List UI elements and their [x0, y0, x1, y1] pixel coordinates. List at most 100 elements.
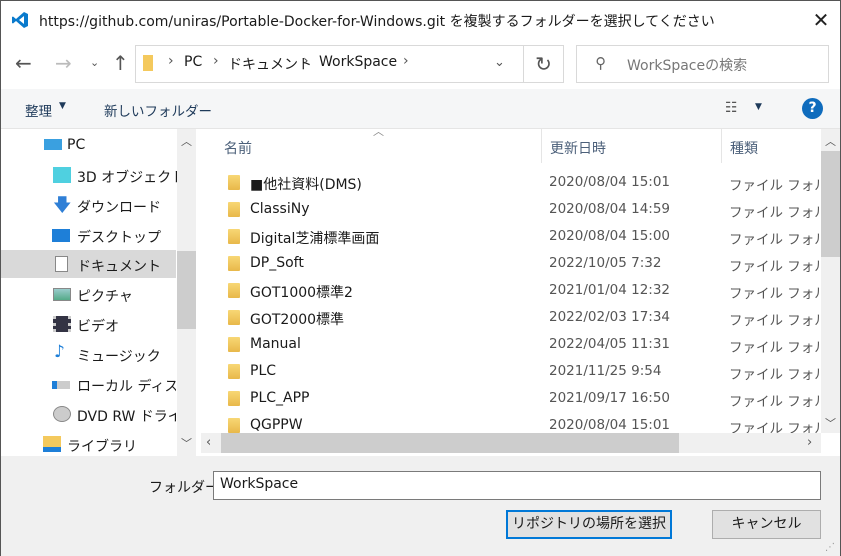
nav-item-libraries[interactable]: ライブラリ — [1, 430, 176, 458]
chevron-up-icon[interactable]: ︿ — [825, 133, 836, 149]
video-icon — [53, 316, 71, 332]
file-date: 2022/02/03 17:34 — [549, 309, 671, 325]
chevron-down-icon[interactable]: ﹀ — [181, 435, 192, 451]
local-disk-icon — [52, 381, 70, 389]
file-type: ファイル フォルダー — [729, 367, 821, 383]
file-row[interactable]: PLC 2021/11/25 9:54 ファイル フォルダー — [201, 358, 821, 385]
nav-item-3d-objects[interactable]: 3D オブジェクト — [1, 161, 185, 189]
chevron-right-icon: › — [303, 53, 309, 69]
view-options-icon[interactable]: ☷ — [725, 100, 738, 116]
search-input[interactable]: WorkSpaceの検索 — [627, 55, 747, 75]
download-icon: 🡇 — [53, 195, 72, 216]
folder-icon — [228, 175, 240, 190]
file-list-horizontal-scrollbar[interactable]: ‹ › — [201, 433, 821, 453]
caret-down-icon[interactable]: ▼ — [755, 102, 762, 112]
organize-menu[interactable]: 整理 — [25, 100, 52, 120]
file-type: ファイル フォルダー — [729, 340, 821, 356]
file-row[interactable]: ■他社資料(DMS) 2020/08/04 15:01 ファイル フォルダー — [201, 169, 821, 196]
select-repository-location-button[interactable]: リポジトリの場所を選択 — [506, 510, 672, 539]
file-row[interactable]: GOT2000標準 2022/02/03 17:34 ファイル フォルダー — [201, 304, 821, 331]
chevron-left-icon[interactable]: ‹ — [206, 435, 211, 450]
nav-item-desktop[interactable]: デスクトップ — [1, 221, 176, 249]
recent-locations-button[interactable]: ⌄ — [90, 56, 99, 69]
column-date[interactable]: 更新日時 — [550, 138, 606, 158]
nav-item-pictures[interactable]: ピクチャ — [1, 280, 176, 308]
scrollbar-thumb[interactable] — [177, 251, 196, 329]
file-date: 2021/01/04 12:32 — [549, 282, 671, 298]
file-name: DP_Soft — [250, 255, 304, 271]
new-folder-button[interactable]: 新しいフォルダー — [104, 100, 212, 120]
column-divider[interactable] — [721, 129, 722, 163]
file-date: 2020/08/04 15:01 — [549, 174, 671, 190]
refresh-button[interactable]: ↻ — [523, 45, 564, 83]
breadcrumb-pc[interactable]: PC — [184, 54, 202, 70]
file-date: 2020/08/04 15:00 — [549, 228, 671, 244]
documents-icon — [55, 256, 68, 272]
chevron-up-icon[interactable]: ︿ — [181, 133, 192, 149]
nav-item-dvd-drive[interactable]: DVD RW ドライブ — [1, 400, 176, 428]
column-type[interactable]: 種類 — [730, 138, 758, 158]
file-type: ファイル フォルダー — [729, 205, 821, 221]
chevron-right-icon: › — [168, 53, 174, 69]
desktop-icon — [52, 229, 70, 242]
pc-icon — [44, 139, 62, 150]
close-button[interactable]: ✕ — [807, 6, 835, 34]
resize-grip-icon[interactable]: ⋰ — [825, 542, 835, 553]
dvd-drive-icon — [53, 406, 71, 422]
folder-icon — [228, 202, 240, 217]
chevron-down-icon[interactable]: ﹀ — [825, 415, 836, 431]
nav-item-videos[interactable]: ビデオ — [1, 310, 176, 338]
file-type: ファイル フォルダー — [729, 232, 821, 248]
cancel-button[interactable]: キャンセル — [712, 510, 821, 539]
nav-item-pc[interactable]: PC — [1, 131, 176, 159]
folder-icon — [228, 364, 240, 379]
column-divider[interactable] — [541, 129, 542, 163]
nav-item-music[interactable]: ♪ ミュージック — [1, 340, 176, 368]
address-dropdown-button[interactable]: ⌄ — [494, 55, 505, 70]
back-button[interactable]: ← — [15, 51, 32, 75]
file-row[interactable]: PLC_APP 2021/09/17 16:50 ファイル フォルダー — [201, 385, 821, 412]
chevron-right-icon[interactable]: › — [807, 435, 812, 450]
navigation-pane: PC 3D オブジェクト 🡇 ダウンロード デスクトップ ドキュメント ピクチャ … — [1, 129, 196, 456]
file-date: 2022/10/05 7:32 — [549, 255, 662, 271]
file-name: Manual — [250, 336, 301, 352]
file-type: ファイル フォルダー — [729, 394, 821, 410]
file-row[interactable]: GOT1000標準2 2021/01/04 12:32 ファイル フォルダー — [201, 277, 821, 304]
breadcrumb-workspace[interactable]: WorkSpace — [319, 54, 397, 70]
chevron-right-icon: › — [213, 53, 219, 69]
file-row[interactable]: Manual 2022/04/05 11:31 ファイル フォルダー — [201, 331, 821, 358]
breadcrumb-documents[interactable]: ドキュメント — [228, 54, 312, 74]
file-list-vertical-scrollbar[interactable]: ︿ ﹀ — [821, 129, 840, 433]
file-date: 2021/09/17 16:50 — [549, 390, 671, 406]
folder-icon — [228, 229, 240, 244]
window-title: https://github.com/uniras/Portable-Docke… — [39, 14, 715, 30]
nav-item-local-disk[interactable]: ローカル ディスク ( — [1, 370, 176, 398]
sort-ascending-icon: ︿ — [373, 125, 384, 138]
file-name: Digital芝浦標準画面 — [250, 231, 380, 247]
column-name[interactable]: 名前 — [224, 138, 252, 158]
file-name: PLC_APP — [250, 390, 310, 406]
scrollbar-thumb[interactable] — [221, 433, 679, 453]
chevron-right-icon: › — [403, 53, 409, 69]
folder-icon — [228, 256, 240, 271]
caret-down-icon: ▼ — [59, 101, 66, 111]
file-type: ファイル フォルダー — [729, 178, 821, 194]
file-date: 2020/08/04 15:01 — [549, 417, 671, 433]
vscode-logo-icon — [11, 11, 29, 29]
file-name: ClassiNy — [250, 201, 310, 217]
file-type: ファイル フォルダー — [729, 313, 821, 329]
file-name: ■他社資料(DMS) — [250, 177, 362, 193]
scrollbar-thumb[interactable] — [821, 151, 840, 257]
file-row[interactable]: ClassiNy 2020/08/04 14:59 ファイル フォルダー — [201, 196, 821, 223]
help-button[interactable]: ? — [802, 98, 823, 119]
file-row[interactable]: Digital芝浦標準画面 2020/08/04 15:00 ファイル フォルダ… — [201, 223, 821, 250]
nav-item-documents[interactable]: ドキュメント — [1, 250, 176, 278]
nav-scrollbar[interactable]: ︿ ﹀ — [177, 129, 196, 456]
up-button[interactable]: ↑ — [112, 51, 129, 75]
forward-button[interactable]: → — [55, 51, 72, 75]
file-row[interactable]: DP_Soft 2022/10/05 7:32 ファイル フォルダー — [201, 250, 821, 277]
folder-name-input[interactable]: WorkSpace — [213, 471, 821, 500]
3d-objects-icon — [53, 167, 71, 183]
search-box[interactable]: ⚲ WorkSpaceの検索 — [576, 45, 829, 83]
nav-item-downloads[interactable]: 🡇 ダウンロード — [1, 191, 176, 219]
